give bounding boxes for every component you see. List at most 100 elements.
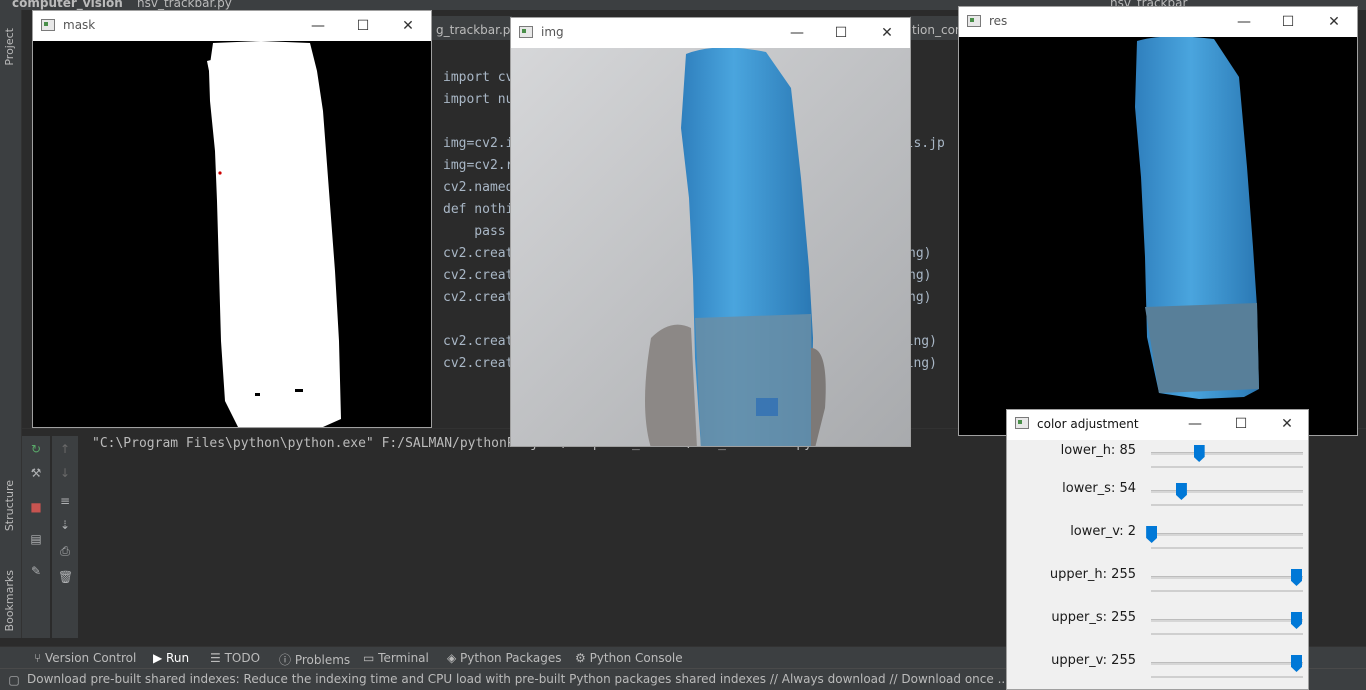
run-toolbar: ↻ ⚒ ■ ▤ ✎ (22, 436, 50, 638)
editor-tab-strip: g_trackbar.py (432, 16, 518, 40)
trackbar-thumb[interactable] (1146, 526, 1158, 543)
code-line-end: ng) (908, 268, 932, 283)
project-name[interactable]: computer_vision (12, 0, 123, 10)
mask-image (33, 41, 431, 427)
window-app-icon (41, 19, 55, 31)
window-app-icon (519, 26, 533, 38)
code-editor-right[interactable] (910, 40, 958, 410)
code-line: pass (443, 224, 506, 239)
trash-icon[interactable]: 🗑 (58, 570, 73, 584)
code-line: img=cv2.i (443, 136, 514, 151)
trackbar-scale (1151, 590, 1303, 592)
trackbar-track[interactable] (1151, 452, 1303, 455)
trackbar-scale (1151, 504, 1303, 506)
close-icon[interactable]: ✕ (1323, 11, 1345, 33)
img-window-title: img (541, 25, 564, 39)
tab-version-control[interactable]: ⑂ Version Control (34, 651, 136, 665)
bookmarks-side-tab[interactable]: Bookmarks (3, 570, 16, 631)
maximize-icon[interactable]: ☐ (1277, 11, 1299, 33)
editor-tab-file-2[interactable]: tion_con (912, 23, 958, 37)
trackbar-thumb[interactable] (1291, 569, 1302, 586)
res-window-title: res (989, 14, 1008, 28)
trackbar-track[interactable] (1151, 490, 1303, 493)
up-arrow-icon[interactable]: ↑ (58, 442, 72, 456)
wrench-icon[interactable]: ⚒ (29, 466, 43, 480)
left-tool-strip: Project Structure Bookmarks (0, 10, 22, 638)
trackbar-label: lower_h: 85 (1060, 443, 1136, 458)
soft-wrap-icon[interactable]: ≡ (58, 494, 72, 508)
maximize-icon[interactable]: ☐ (352, 15, 374, 37)
trackbar-row: lower_s: 54 (1007, 478, 1308, 521)
close-icon[interactable]: ✕ (397, 15, 419, 37)
structure-side-tab[interactable]: Structure (3, 480, 16, 531)
res-window[interactable]: res — ☐ ✕ (958, 6, 1358, 436)
run-toolbar-secondary: ↑ ↓ ≡ ⇣ ⎙ 🗑 (52, 436, 78, 638)
trackbar-row: lower_v: 2 (1007, 521, 1308, 564)
img-title-bar[interactable]: img — ☐ ✕ (511, 18, 910, 48)
controls-title-bar[interactable]: color adjustment — ☐ ✕ (1007, 410, 1308, 440)
color-adjustment-window[interactable]: color adjustment — ☐ ✕ lower_h: 85 lower_… (1006, 409, 1309, 690)
code-line: cv2.creat (443, 290, 514, 305)
trackbar-thumb[interactable] (1291, 612, 1302, 629)
trackbar-track[interactable] (1151, 533, 1303, 536)
trackbar-track[interactable] (1151, 576, 1303, 579)
code-line: cv2.creat (443, 356, 514, 371)
mask-window[interactable]: mask — ☐ ✕ (32, 10, 432, 428)
trackbar-label: upper_v: 255 (1051, 653, 1136, 668)
scroll-to-end-icon[interactable]: ⇣ (58, 518, 72, 532)
trackbar-label: upper_h: 255 (1049, 567, 1136, 582)
maximize-icon[interactable]: ☐ (830, 22, 852, 44)
file-breadcrumb[interactable]: hsv_trackbar.py (137, 0, 232, 10)
code-line-end: ng) (908, 290, 932, 305)
controls-window-title: color adjustment (1037, 417, 1139, 431)
tab-python-packages[interactable]: ◈ Python Packages (447, 651, 561, 665)
res-title-bar[interactable]: res — ☐ ✕ (959, 7, 1357, 37)
trackbar-panel: lower_h: 85 lower_s: 54 lower_v: 2 upper_h:… (1007, 440, 1308, 689)
minimize-icon[interactable]: — (1233, 11, 1255, 33)
trackbar-track[interactable] (1151, 619, 1303, 622)
camera-image (511, 48, 910, 446)
layout-icon[interactable]: ▤ (29, 532, 43, 546)
project-side-tab[interactable]: Project (3, 28, 16, 66)
code-line-end: ng) (908, 246, 932, 261)
code-line: img=cv2.r (443, 158, 514, 173)
editor-tab-file[interactable]: g_trackbar.py (436, 23, 518, 37)
status-message[interactable]: Download pre-built shared indexes: Reduc… (27, 672, 1116, 686)
trackbar-track[interactable] (1151, 662, 1303, 665)
rerun-icon[interactable]: ↻ (29, 442, 43, 456)
tab-python-console[interactable]: ⚙ Python Console (575, 651, 683, 665)
window-app-icon (967, 15, 981, 27)
close-icon[interactable]: ✕ (876, 22, 898, 44)
tab-terminal[interactable]: ▭ Terminal (363, 651, 429, 665)
img-window[interactable]: img — ☐ ✕ (510, 17, 911, 447)
stop-icon[interactable]: ■ (29, 500, 43, 514)
tab-run[interactable]: ▶ Run (153, 651, 189, 665)
maximize-icon[interactable]: ☐ (1230, 413, 1252, 435)
code-line: def nothi (443, 202, 514, 217)
code-line: cv2.creat (443, 334, 514, 349)
down-arrow-icon[interactable]: ↓ (58, 466, 72, 480)
close-icon[interactable]: ✕ (1276, 413, 1298, 435)
trackbar-thumb[interactable] (1291, 655, 1302, 672)
pin-icon[interactable]: ✎ (29, 564, 43, 578)
status-box-icon[interactable]: ▢ (7, 673, 21, 687)
trackbar-scale (1151, 547, 1303, 549)
mask-title-bar[interactable]: mask — ☐ ✕ (33, 11, 431, 41)
trackbar-thumb[interactable] (1175, 483, 1187, 500)
minimize-icon[interactable]: — (307, 15, 329, 37)
tab-problems[interactable]: ⓘ Problems (279, 651, 350, 668)
minimize-icon[interactable]: — (1184, 413, 1206, 435)
code-line: import cv (443, 70, 514, 85)
code-line: import nu (443, 92, 514, 107)
code-line: cv2.named (443, 180, 514, 195)
code-line: cv2.creat (443, 246, 514, 261)
trackbar-label: upper_s: 255 (1051, 610, 1136, 625)
code-line: cv2.creat (443, 268, 514, 283)
print-icon[interactable]: ⎙ (58, 544, 72, 558)
tab-todo[interactable]: ☰ TODO (210, 651, 260, 665)
trackbar-scale (1151, 633, 1303, 635)
trackbar-thumb[interactable] (1193, 445, 1205, 462)
trackbar-row: upper_v: 255 (1007, 650, 1308, 689)
minimize-icon[interactable]: — (786, 22, 808, 44)
trackbar-row: lower_h: 85 (1007, 440, 1308, 483)
